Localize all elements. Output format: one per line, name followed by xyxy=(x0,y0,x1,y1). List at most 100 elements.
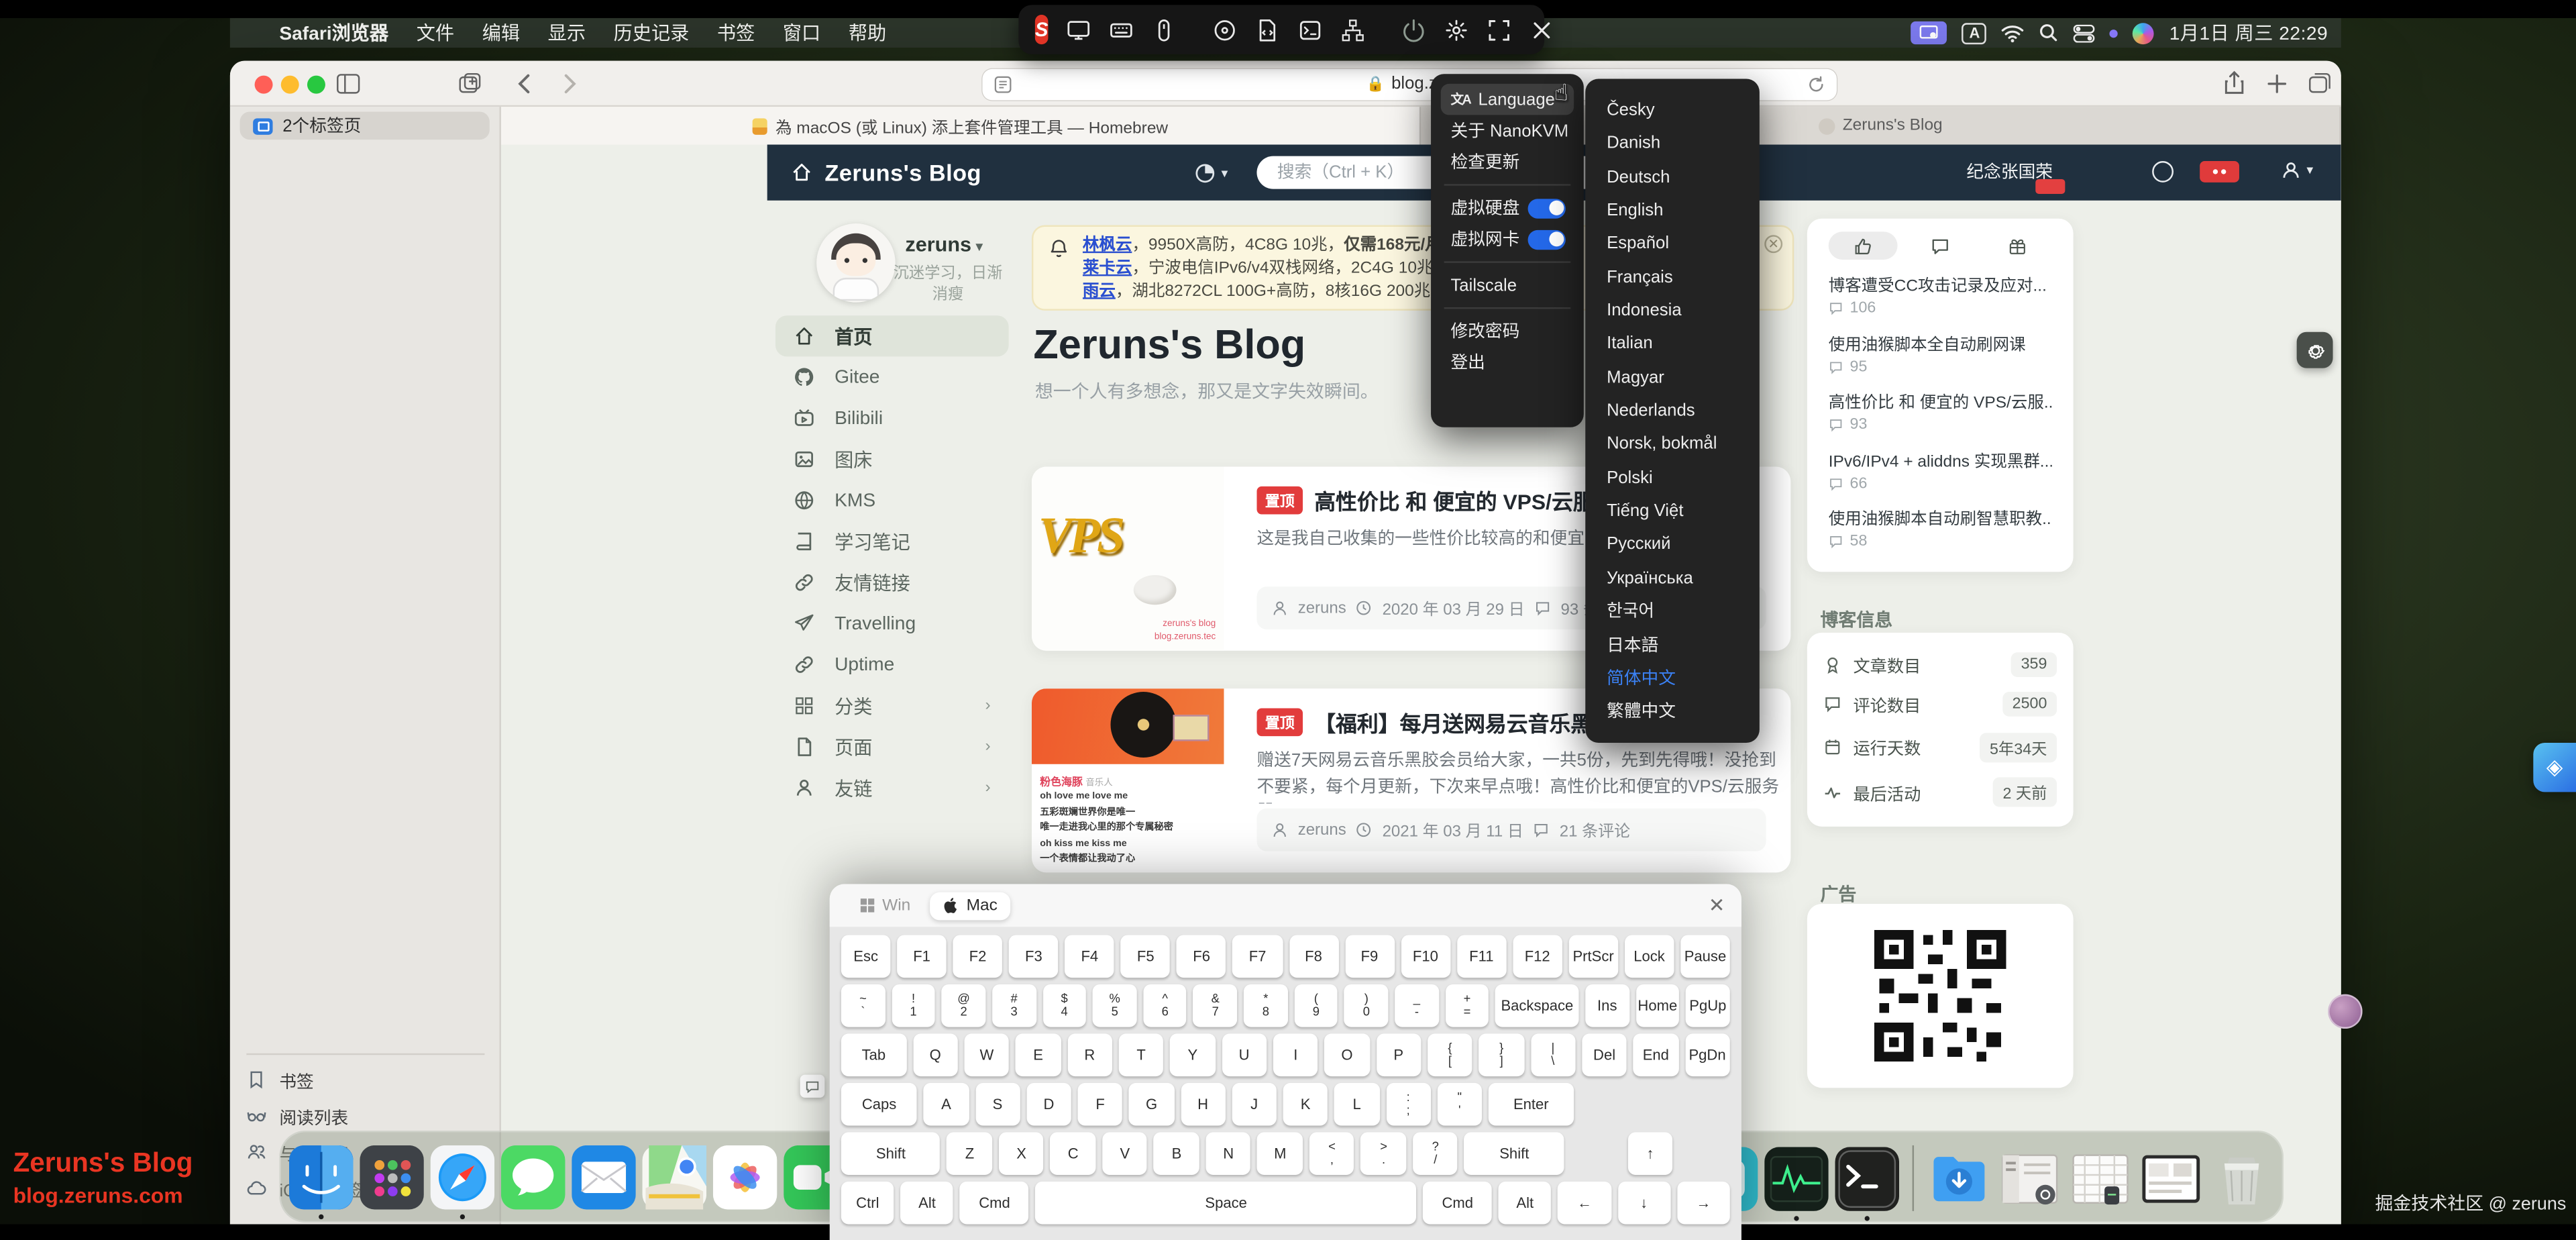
key-N[interactable]: N xyxy=(1206,1132,1251,1175)
key-A[interactable]: A xyxy=(924,1083,969,1126)
language-option-3[interactable]: English xyxy=(1585,194,1760,227)
avatar[interactable] xyxy=(816,223,896,303)
keyboard-icon[interactable] xyxy=(1109,17,1134,42)
key-F6[interactable]: F6 xyxy=(1177,935,1226,978)
key-F1[interactable]: F1 xyxy=(897,935,947,978)
blog-nav-10[interactable]: 页面› xyxy=(775,726,1009,767)
key-Z[interactable]: Z xyxy=(947,1132,992,1175)
search-icon[interactable] xyxy=(2039,21,2059,44)
dock-terminal[interactable] xyxy=(1835,1146,1900,1210)
menubar-item-7[interactable]: 帮助 xyxy=(849,19,886,46)
notice-link[interactable]: 雨云 xyxy=(1083,283,1116,301)
key-H[interactable]: H xyxy=(1181,1083,1226,1126)
power-icon[interactable] xyxy=(1401,17,1426,42)
tab-homebrew[interactable]: 為 macOS (或 Linux) 添上套件管理工具 — Homebrew xyxy=(501,107,1421,144)
key-=[interactable]: += xyxy=(1445,984,1489,1027)
dock-safari[interactable] xyxy=(431,1145,495,1210)
key-W[interactable]: W xyxy=(964,1033,1009,1076)
blog-category-pie-icon[interactable]: ▾ xyxy=(1195,162,1228,183)
key-PrtScr[interactable]: PrtScr xyxy=(1568,935,1618,978)
floating-avatar[interactable] xyxy=(2328,994,2362,1029)
key-T[interactable]: T xyxy=(1119,1033,1164,1076)
sidebar-item-1[interactable]: 阅读列表 xyxy=(246,1106,484,1131)
key-Ins[interactable]: Ins xyxy=(1585,984,1629,1027)
blog-nav-1[interactable]: Gitee xyxy=(775,356,1009,397)
key-End[interactable]: End xyxy=(1633,1033,1678,1076)
key-Shift[interactable]: Shift xyxy=(1464,1132,1564,1175)
blog-nav-2[interactable]: Bilibili xyxy=(775,398,1009,439)
key-6[interactable]: ^6 xyxy=(1143,984,1187,1027)
language-option-11[interactable]: Polski xyxy=(1585,461,1760,494)
blog-nav-0[interactable]: 首页 xyxy=(775,315,1009,356)
language-option-1[interactable]: Danish xyxy=(1585,127,1760,160)
hot-post-2[interactable]: 高性价比 和 便宜的 VPS/云服...93 xyxy=(1829,388,2052,434)
key-Backspace[interactable]: Backspace xyxy=(1495,984,1578,1027)
forward-icon[interactable] xyxy=(555,70,582,97)
menu-item-change-password[interactable]: 修改密码 xyxy=(1441,315,1574,347)
profile-name[interactable]: zeruns xyxy=(905,234,983,256)
close-icon[interactable] xyxy=(1529,17,1554,42)
keyboard-close-icon[interactable]: ✕ xyxy=(1709,894,1725,917)
key-Y[interactable]: Y xyxy=(1170,1033,1215,1076)
key-B[interactable]: B xyxy=(1154,1132,1199,1175)
menu-item-check-update[interactable]: 检查更新 xyxy=(1441,146,1574,178)
language-option-7[interactable]: Italian xyxy=(1585,327,1760,360)
key-X[interactable]: X xyxy=(999,1132,1044,1175)
key-R[interactable]: R xyxy=(1067,1033,1112,1076)
blog-logo-title[interactable]: Zeruns's Blog xyxy=(824,160,981,186)
key-Alt[interactable]: Alt xyxy=(1499,1182,1552,1225)
key-F5[interactable]: F5 xyxy=(1121,935,1171,978)
language-option-5[interactable]: Français xyxy=(1585,261,1760,294)
language-option-18[interactable]: 繁體中文 xyxy=(1585,695,1760,728)
blog-nav-8[interactable]: Uptime xyxy=(775,644,1009,685)
language-option-4[interactable]: Español xyxy=(1585,227,1760,260)
menubar-clock[interactable]: 1月1日 周三 22:29 xyxy=(2169,19,2328,46)
language-option-17[interactable]: 简体中文 xyxy=(1585,662,1760,694)
menu-item-virtual-network[interactable]: 虚拟网卡 xyxy=(1441,223,1574,255)
key-3[interactable]: #3 xyxy=(992,984,1036,1027)
menubar-item-3[interactable]: 显示 xyxy=(548,19,586,46)
tab-random[interactable] xyxy=(1984,231,2053,260)
virtual-network-toggle[interactable] xyxy=(1528,229,1566,249)
blog-nav-11[interactable]: 友链› xyxy=(775,768,1009,809)
menubar-item-2[interactable]: 编辑 xyxy=(482,19,520,46)
key-;[interactable]: :; xyxy=(1386,1083,1431,1126)
key-O[interactable]: O xyxy=(1325,1033,1370,1076)
language-option-8[interactable]: Magyar xyxy=(1585,361,1760,394)
key-Lock[interactable]: Lock xyxy=(1625,935,1674,978)
notice-close-icon[interactable]: ✕ xyxy=(1764,235,1782,253)
language-option-6[interactable]: Indonesia xyxy=(1585,294,1760,327)
key-F7[interactable]: F7 xyxy=(1233,935,1283,978)
blog-nav-6[interactable]: 友情链接 xyxy=(775,562,1009,603)
terminal-icon[interactable] xyxy=(1298,17,1323,42)
key-1[interactable]: !1 xyxy=(892,984,935,1027)
key-Esc[interactable]: Esc xyxy=(841,935,891,978)
keyboard-tab-win[interactable]: Win xyxy=(846,892,924,920)
script-file-icon[interactable] xyxy=(1255,17,1280,42)
blog-nav-7[interactable]: Travelling xyxy=(775,603,1009,644)
key-G[interactable]: G xyxy=(1129,1083,1174,1126)
language-option-16[interactable]: 日本語 xyxy=(1585,628,1760,661)
key-Caps[interactable]: Caps xyxy=(841,1083,917,1126)
minimize-window-button[interactable] xyxy=(281,76,299,94)
key-'[interactable]: "' xyxy=(1437,1083,1482,1126)
wifi-icon[interactable] xyxy=(2002,21,2025,44)
key-`[interactable]: ~` xyxy=(841,984,885,1027)
key-4[interactable]: $4 xyxy=(1042,984,1086,1027)
key-E[interactable]: E xyxy=(1016,1033,1061,1076)
key-F10[interactable]: F10 xyxy=(1401,935,1450,978)
key-Home[interactable]: Home xyxy=(1635,984,1679,1027)
dock-mail[interactable] xyxy=(572,1145,636,1210)
menu-item-about[interactable]: 关于 NanoKVM xyxy=(1441,115,1574,146)
language-option-0[interactable]: Česky xyxy=(1585,94,1760,127)
virtual-cdrom-icon[interactable] xyxy=(1212,17,1237,42)
key-F3[interactable]: F3 xyxy=(1009,935,1059,978)
key-F12[interactable]: F12 xyxy=(1513,935,1562,978)
key-I[interactable]: I xyxy=(1273,1033,1318,1076)
key-Alt[interactable]: Alt xyxy=(901,1182,954,1225)
key-V[interactable]: V xyxy=(1102,1132,1147,1175)
key-C[interactable]: C xyxy=(1051,1132,1095,1175)
key-Q[interactable]: Q xyxy=(913,1033,958,1076)
key-K[interactable]: K xyxy=(1283,1083,1328,1126)
key-F4[interactable]: F4 xyxy=(1065,935,1115,978)
